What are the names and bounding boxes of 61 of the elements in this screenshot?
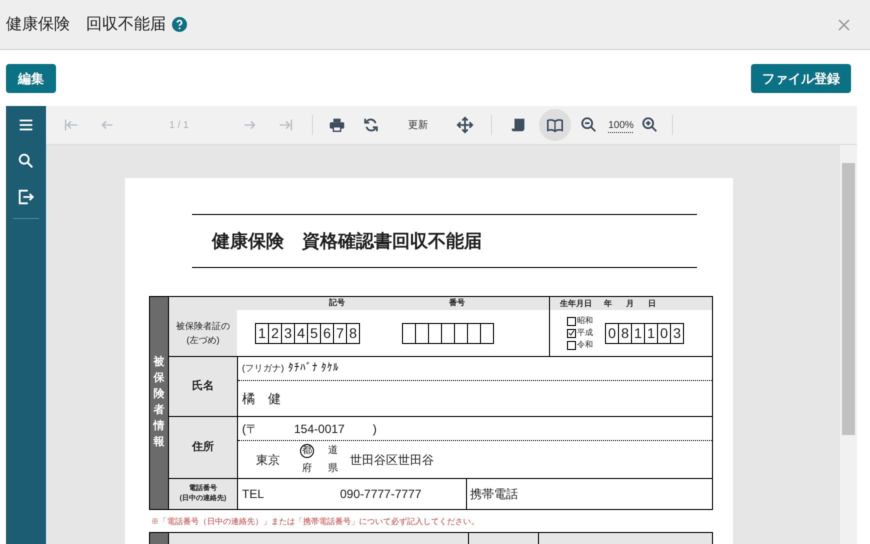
prefecture-suffix: 道 [327, 444, 339, 458]
field-label: 氏名 [192, 378, 214, 394]
edit-button[interactable]: 編集 [6, 64, 56, 93]
prefecture-suffix: 都 [300, 444, 314, 458]
era-label: 令和 [577, 340, 593, 350]
prefecture-value: 東京 [256, 452, 281, 468]
field-label: 住所 [192, 440, 214, 456]
column-heading: 記号 [328, 297, 346, 309]
furigana-value: ﾀﾁﾊﾞﾅ ﾀｹﾙ [288, 361, 340, 376]
scrollbar[interactable] [840, 145, 857, 544]
section-label: 被保険者情報 [154, 355, 164, 450]
zoom-in-icon[interactable] [641, 116, 659, 134]
name-value: 橘 健 [242, 390, 281, 408]
digit-box: 4 [295, 322, 308, 344]
file-register-button[interactable]: ファイル登録 [751, 64, 851, 93]
digit-box: 0 [658, 322, 671, 344]
move-icon[interactable] [456, 116, 474, 134]
insurance-card-label: 被保険者証の (左づめ) [176, 320, 230, 346]
furigana-label: (フリガナ) [242, 362, 284, 375]
scrollbar-thumb[interactable] [842, 163, 855, 435]
search-icon[interactable] [17, 152, 35, 170]
era-label: 昭和 [577, 316, 593, 326]
export-icon[interactable] [17, 188, 35, 206]
help-icon[interactable] [172, 17, 187, 32]
digit-box: 8 [347, 322, 360, 344]
column-heading: 番号 [448, 297, 466, 309]
warning-note: ※「電話番号（日中の連絡先）」または「携帯電話番号」について必ず記入してください。 [150, 516, 480, 528]
digit-box: 3 [282, 322, 295, 344]
digit-box: 0 [606, 322, 619, 344]
digit-box: 3 [671, 322, 684, 344]
mobile-phone-label: 携帯電話 [470, 486, 518, 503]
digit-box: 5 [308, 322, 321, 344]
prefecture-suffix: 県 [327, 462, 339, 476]
page-indicator: 1 / 1 [168, 118, 190, 132]
column-heading: 年 [604, 298, 612, 310]
city-value: 世田谷区世田谷 [350, 452, 434, 468]
refresh-label: 更新 [407, 118, 429, 132]
column-heading: 日 [648, 298, 656, 310]
column-heading: 生年月日 [560, 298, 592, 310]
zoom-level[interactable]: 100% [606, 118, 636, 132]
digit-box: 1 [645, 322, 658, 344]
print-icon[interactable] [328, 116, 346, 134]
digit-box: 1 [256, 322, 269, 344]
postal-bracket: (〒 [242, 420, 258, 438]
column-heading: 月 [626, 298, 634, 310]
phone-label: TEL [242, 486, 266, 503]
digit-box: 1 [632, 322, 645, 344]
digit-box: 6 [321, 322, 334, 344]
zoom-out-icon[interactable] [580, 116, 598, 134]
document-title: 健康保険 資格確認書回収不能届 [212, 230, 482, 252]
digit-box: 7 [334, 322, 347, 344]
refresh-icon[interactable] [362, 116, 380, 134]
digit-box: 8 [619, 322, 632, 344]
postal-code: 154-0017 [294, 420, 345, 438]
era-label: 平成 [577, 328, 593, 338]
digit-box: 2 [269, 322, 282, 344]
prefecture-suffix: 府 [301, 462, 313, 476]
phone-value: 090-7777-7777 [340, 486, 422, 503]
book-icon[interactable] [546, 116, 564, 134]
postal-bracket: ) [372, 420, 377, 438]
dialog-title: 健康保険 回収不能届 [6, 14, 166, 34]
